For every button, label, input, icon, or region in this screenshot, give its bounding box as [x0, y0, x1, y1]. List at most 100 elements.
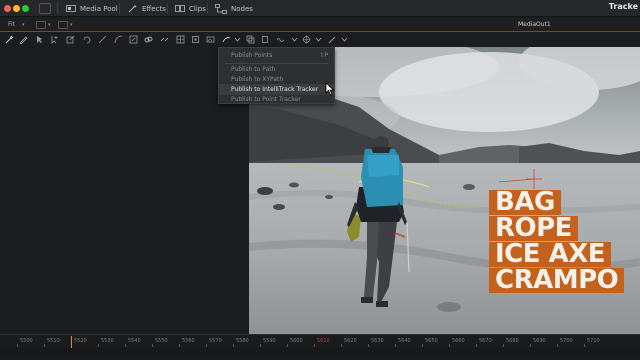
frame-tool-icon[interactable]	[191, 35, 200, 44]
timeline-tick	[314, 344, 315, 347]
timeline-tick-label: 5710	[587, 338, 600, 344]
zoom-dropdown[interactable]: Fit	[8, 21, 15, 28]
timeline-tick-label: 5540	[128, 338, 141, 344]
timeline-tick	[341, 344, 342, 347]
timeline-tick-label: 5640	[398, 338, 411, 344]
timeline-tick	[44, 344, 45, 347]
timeline-tick	[368, 344, 369, 347]
timeline-tick	[287, 344, 288, 347]
timeline-tick	[98, 344, 99, 347]
timeline-tick-label: 5680	[506, 338, 519, 344]
link-tool-icon[interactable]	[144, 35, 153, 44]
unlink-tool-icon[interactable]	[160, 35, 169, 44]
media-pool-icon	[66, 5, 76, 12]
timeline-tick	[125, 344, 126, 347]
timeline-tick	[557, 344, 558, 347]
timeline-tick-label: 5500	[20, 338, 33, 344]
crosshair-tool-icon[interactable]	[302, 35, 311, 44]
pen-tool-icon[interactable]	[19, 35, 28, 44]
timeline-tick	[260, 344, 261, 347]
workspace-dropdown[interactable]	[39, 3, 51, 14]
minimize-window-button[interactable]	[13, 5, 20, 12]
tab-effects[interactable]: Effects	[128, 2, 166, 15]
timeline-tick	[530, 344, 531, 347]
wave-tool-icon[interactable]	[276, 35, 285, 44]
menu-item-label: Publish to Point Tracker	[231, 96, 301, 103]
viewer-options-button[interactable]	[36, 21, 46, 29]
timeline-tick-label: 5580	[236, 338, 249, 344]
tab-label: Clips	[189, 4, 206, 13]
timeline-tick-label: 5690	[533, 338, 546, 344]
toolbar-divider	[57, 3, 58, 14]
timeline-tick	[152, 344, 153, 347]
chevron-down-icon[interactable]	[314, 35, 323, 44]
timeline-tick	[179, 344, 180, 347]
tab-clips[interactable]: Clips	[175, 2, 206, 15]
timeline-tick	[206, 344, 207, 347]
chevron-down-icon[interactable]	[340, 35, 349, 44]
page-title: Tracke	[608, 2, 638, 11]
timeline-tick	[584, 344, 585, 347]
timeline-tick-label: 5660	[452, 338, 465, 344]
menu-shortcut: ⇧P	[319, 52, 328, 59]
add-point-tool-icon[interactable]	[50, 35, 59, 44]
toolbar-divider	[207, 3, 208, 14]
clips-icon	[175, 5, 185, 12]
timeline-tick-label: 5670	[479, 338, 492, 344]
timeline-tick-label: 5510	[47, 338, 60, 344]
nodes-icon	[215, 3, 227, 14]
tab-label: Media Pool	[80, 4, 118, 13]
timeline-tick-label: 5700	[560, 338, 573, 344]
tab-nodes[interactable]: Nodes	[215, 2, 253, 15]
remove-point-tool-icon[interactable]	[66, 35, 75, 44]
rotate-tool-icon[interactable]	[82, 35, 91, 44]
timeline-ruler[interactable]: 5500 5510 5520 5530 5540 5550 5560 5570 5580 5590…	[0, 335, 640, 347]
line-tool-icon[interactable]	[98, 35, 107, 44]
timeline-tick-label: 5630	[371, 338, 384, 344]
top-bar: Media Pool Effects Clips Nodes Tracke	[0, 0, 640, 17]
timeline-tick	[233, 344, 234, 347]
mouse-cursor-icon	[325, 82, 335, 96]
timeline-tick	[503, 344, 504, 347]
maximize-window-button[interactable]	[22, 5, 29, 12]
copy-tool-icon[interactable]	[261, 35, 270, 44]
publish-menu: Publish Points ⇧P Publish to Path Publis…	[218, 47, 335, 104]
timeline-tick	[422, 344, 423, 347]
menu-item-publish-points[interactable]: Publish Points ⇧P	[219, 50, 334, 61]
timeline[interactable]: 5500 5510 5520 5530 5540 5550 5560 5570 5580 5590…	[0, 334, 640, 360]
eyedropper-tool-icon[interactable]	[5, 35, 14, 44]
timeline-tick-label: 5600	[290, 338, 303, 344]
tab-media-pool[interactable]: Media Pool	[66, 2, 118, 15]
timeline-tick	[449, 344, 450, 347]
timeline-tick-label: 5590	[263, 338, 276, 344]
layers-tool-icon[interactable]	[246, 35, 255, 44]
timeline-track	[0, 348, 640, 358]
image-tool-icon[interactable]	[206, 35, 215, 44]
viewer-lut-button[interactable]	[58, 21, 68, 29]
timeline-tick	[476, 344, 477, 347]
chevron-down-icon: ▾	[22, 22, 25, 28]
close-window-button[interactable]	[4, 5, 11, 12]
inspector-panel	[0, 47, 248, 334]
brush-tool-icon[interactable]	[328, 35, 337, 44]
menu-item-label: Publish to XYPath	[231, 76, 284, 83]
timeline-tick-label: 5550	[155, 338, 168, 344]
timeline-tick-label: 5610	[317, 338, 330, 344]
timeline-tick-label: 5560	[182, 338, 195, 344]
select-tool-icon[interactable]	[35, 35, 44, 44]
grid-tool-icon[interactable]	[176, 35, 185, 44]
effects-icon	[128, 4, 137, 13]
bounding-box-tool-icon[interactable]	[129, 35, 138, 44]
tab-label: Effects	[142, 4, 166, 13]
timeline-tick-label: 5520	[74, 338, 87, 344]
playhead[interactable]	[71, 336, 72, 348]
menu-item-publish-to-point-tracker[interactable]: Publish to Point Tracker	[219, 94, 334, 105]
chevron-down-icon[interactable]	[233, 35, 242, 44]
publish-tool-icon[interactable]	[222, 35, 231, 44]
timeline-tick-label: 5570	[209, 338, 222, 344]
chevron-down-icon: ▾	[70, 22, 73, 28]
chevron-down-icon: ▾	[48, 22, 51, 28]
curve-tool-icon[interactable]	[114, 35, 123, 44]
menu-item-label: Publish to Path	[231, 66, 276, 73]
chevron-down-icon[interactable]	[290, 35, 299, 44]
